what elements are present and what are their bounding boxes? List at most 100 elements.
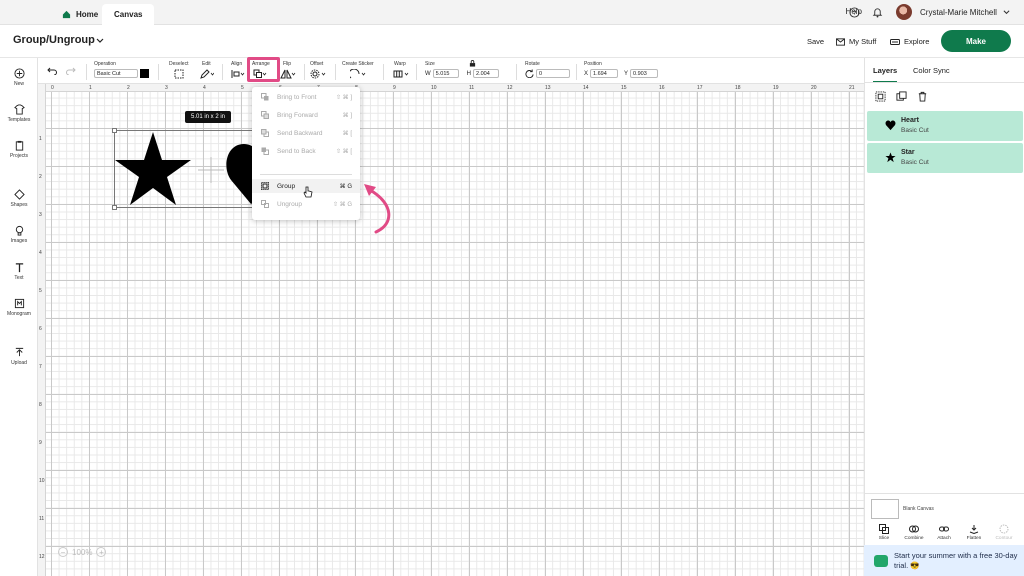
ruler-tick-label: 18 [735, 85, 741, 91]
user-name[interactable]: Crystal-Marie Mitchell [920, 8, 997, 17]
upload-button[interactable]: Upload [0, 347, 38, 366]
tab-color-sync[interactable]: Color Sync [913, 66, 950, 75]
contour-icon [999, 524, 1009, 534]
color-swatch[interactable] [140, 69, 149, 78]
ruler-tick-label: 13 [545, 85, 551, 91]
chevron-down-icon[interactable] [96, 37, 104, 45]
save-button[interactable]: Save [807, 37, 824, 46]
group-layers-icon[interactable] [875, 91, 886, 102]
slice-button[interactable]: Slice [869, 524, 899, 541]
warp-icon[interactable] [393, 69, 409, 79]
question-icon[interactable]: ? [849, 7, 860, 18]
flip-label: Flip [283, 61, 292, 67]
zoom-level: 100% [72, 547, 93, 557]
deselect-label: Deselect [169, 61, 189, 67]
combine-icon [909, 525, 919, 533]
divider [416, 64, 417, 80]
upload-label: Upload [11, 360, 27, 366]
home-icon [62, 10, 71, 19]
flip-icon[interactable] [280, 69, 296, 79]
ruler-tick-label: 12 [39, 554, 45, 560]
pencil-icon[interactable] [200, 69, 214, 79]
explore-button[interactable]: Explore [890, 37, 929, 46]
operation-select[interactable]: Basic Cut [94, 69, 149, 78]
menu-item-shortcut: ⇧ ⌘ ] [335, 94, 352, 101]
layer-row-star[interactable]: Star Basic Cut [867, 143, 1023, 173]
combine-button[interactable]: Combine [899, 524, 929, 541]
ruler-tick-label: 15 [621, 85, 627, 91]
panel-divider [865, 82, 1024, 83]
align-icon[interactable] [231, 69, 245, 79]
edit-toolbar: Operation Basic Cut Deselect Edit Align … [38, 58, 864, 84]
menu-item-send-to-back[interactable]: Send to Back ⇧ ⌘ [ [252, 144, 360, 158]
size-label: Size [425, 61, 435, 67]
y-value: 0.903 [633, 70, 647, 77]
blank-canvas-swatch[interactable] [871, 499, 899, 519]
ruler-tick-label: 10 [431, 85, 437, 91]
shapes-button[interactable]: Shapes [0, 189, 38, 208]
y-input[interactable]: 0.903 [630, 69, 659, 78]
menu-item-bring-forward[interactable]: Bring Forward ⌘ ] [252, 108, 360, 122]
contour-button[interactable]: Contour [989, 524, 1019, 541]
flatten-button[interactable]: Flatten [959, 524, 989, 541]
resize-handle[interactable] [112, 128, 117, 133]
menu-item-bring-to-front[interactable]: Bring to Front ⇧ ⌘ ] [252, 90, 360, 104]
height-input[interactable]: 2.004 [473, 69, 500, 78]
selection-box[interactable] [112, 128, 264, 210]
duplicate-icon[interactable] [896, 91, 907, 102]
trash-icon[interactable] [917, 91, 928, 102]
ruler-tick-label: 9 [393, 85, 396, 91]
bell-icon[interactable] [872, 7, 883, 18]
templates-button[interactable]: Templates [0, 104, 38, 123]
attach-button[interactable]: Attach [929, 524, 959, 541]
ruler-tick-label: 9 [39, 440, 42, 446]
menu-item-shortcut: ⌘ ] [342, 112, 352, 119]
hand-cursor-icon [303, 186, 313, 198]
x-input[interactable]: 1.694 [590, 69, 619, 78]
ruler-tick-label: 8 [39, 402, 42, 408]
bring-forward-icon [261, 111, 269, 119]
operation-dropdown[interactable]: Basic Cut [94, 69, 138, 78]
width-input[interactable]: 5.015 [432, 69, 459, 78]
rotate-input[interactable]: 0 [536, 69, 570, 78]
layer-row-heart[interactable]: Heart Basic Cut [867, 111, 1023, 141]
menu-item-ungroup[interactable]: Ungroup ⇧ ⌘ G [252, 197, 360, 211]
sticker-icon[interactable] [350, 69, 366, 79]
shapes-icon [13, 189, 25, 200]
redo-icon[interactable] [66, 67, 76, 75]
divider [576, 64, 577, 80]
chat-icon [874, 555, 888, 567]
divider [516, 64, 517, 80]
monogram-button[interactable]: Monogram [0, 298, 38, 317]
menu-item-shortcut: ⌘ G [339, 183, 352, 190]
menu-item-send-backward[interactable]: Send Backward ⌘ [ [252, 126, 360, 140]
ruler-tick-label: 19 [773, 85, 779, 91]
project-title[interactable]: Group/Ungroup [13, 34, 95, 46]
deselect-icon[interactable] [174, 69, 184, 79]
offset-icon[interactable] [310, 69, 326, 79]
my-stuff-button[interactable]: My Stuff [836, 37, 876, 46]
ruler-tick-label: 0 [51, 85, 54, 91]
projects-button[interactable]: Projects [0, 140, 38, 159]
new-button[interactable]: New [0, 68, 38, 87]
avatar[interactable] [896, 4, 912, 20]
group-icon [261, 182, 269, 190]
undo-icon[interactable] [47, 67, 57, 75]
rotate-field: 0 [525, 69, 570, 78]
ungroup-icon [261, 200, 269, 208]
make-button[interactable]: Make [941, 30, 1011, 52]
resize-handle[interactable] [112, 205, 117, 210]
tab-layers[interactable]: Layers [873, 66, 898, 83]
divider [86, 64, 87, 80]
images-button[interactable]: Images [0, 225, 38, 244]
ruler-top: 0123456789101112131415161718192021 [38, 84, 864, 92]
chevron-down-icon[interactable] [1003, 9, 1010, 16]
zoom-in-button[interactable]: + [96, 547, 107, 557]
tab-canvas[interactable]: Canvas [102, 4, 155, 25]
zoom-out-button[interactable]: − [58, 547, 68, 557]
rotate-value: 0 [539, 70, 543, 77]
promo-banner[interactable]: Start your summer with a free 30-day tri… [864, 545, 1024, 576]
ruler-tick-label: 12 [507, 85, 513, 91]
lock-icon[interactable] [469, 60, 476, 67]
text-button[interactable]: Text [0, 262, 38, 281]
